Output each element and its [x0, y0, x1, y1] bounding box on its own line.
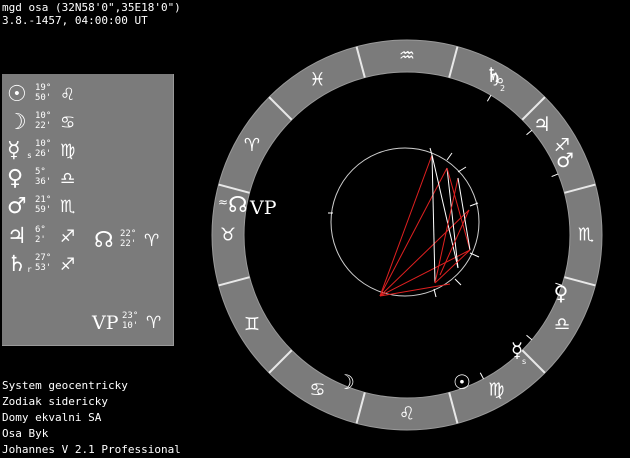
moon-degree: 10°	[35, 111, 52, 121]
node-degree: 22°	[120, 229, 137, 239]
jupiter-degree: 6°	[35, 225, 46, 235]
zodiac-sign-icon: ♓	[309, 69, 325, 90]
aspect-line	[446, 167, 459, 269]
vertex-row: VP 23° 10' ♈	[92, 310, 172, 336]
footer-houses: Domy ekvalni SA	[2, 411, 102, 424]
venus-degree: 5°	[35, 167, 46, 177]
zodiac-sign-icon: ♎	[554, 314, 570, 335]
ring-planet-tick	[526, 334, 533, 341]
jupiter-sign-icon: ♐	[60, 227, 76, 247]
saturn-sign-icon: ♐	[60, 255, 76, 275]
zodiac-sign-icon: ♌	[399, 404, 415, 425]
aspect-line	[431, 154, 436, 284]
vertex-label: VP	[92, 312, 119, 334]
chart-sun-glyph: ☉	[453, 370, 471, 394]
aspect-line	[379, 167, 448, 297]
aries-icon: ♈	[146, 313, 162, 333]
chart-mars-glyph: ♂	[556, 148, 574, 172]
node-row: ☊ 22° 22' ♈	[92, 228, 172, 254]
planet-row-mercury: ☿ s 10° 26' ♍	[2, 138, 92, 164]
moon-sign-icon: ♋	[60, 113, 76, 133]
saturn-degree: 27°	[35, 253, 52, 263]
vertex-degree: 23°	[122, 311, 139, 321]
aries-icon: ♈	[144, 231, 160, 251]
planet-row-jupiter: ♃ 6° 2' ♐	[2, 224, 92, 250]
planet-row-saturn: ♄ r 27° 53' ♐	[2, 252, 92, 278]
planet-tick	[457, 166, 467, 173]
footer-version: Johannes V 2.1 Professional	[2, 443, 181, 456]
chart-jupiter-glyph: ♃	[533, 112, 551, 136]
chart-node-glyph: ☊	[228, 193, 248, 218]
planet-ticks	[429, 147, 480, 298]
zodiac-sign-icon: ♒	[399, 46, 415, 67]
saturn-minute: 53'	[35, 263, 52, 273]
chart-vertex-label: VP	[249, 197, 277, 219]
footer-axis: Osa Byk	[2, 427, 49, 440]
jupiter-minute: 2'	[35, 235, 46, 245]
saturn-motion-flag: r	[27, 265, 32, 274]
mercury-degree: 10°	[35, 139, 52, 149]
sun-minute: 50'	[35, 93, 52, 103]
planet-tick	[454, 278, 462, 286]
aspect-line	[434, 177, 459, 284]
chart-node-prefix: ≈	[218, 195, 228, 209]
mercury-icon: ☿	[7, 138, 21, 163]
aspect-line	[379, 209, 470, 297]
zodiac-sign-icon: ♊	[244, 314, 260, 335]
planet-tick	[446, 152, 453, 161]
mars-icon: ♂	[7, 194, 27, 219]
venus-icon: ♀	[7, 166, 24, 191]
planet-tick	[429, 147, 433, 156]
node-icon: ☊	[94, 228, 114, 253]
venus-minute: 36'	[35, 177, 52, 187]
planet-row-mars: ♂ 21° 59' ♏	[2, 194, 92, 220]
planet-tick	[433, 288, 437, 298]
chart-saturn-sub: 2	[500, 84, 505, 93]
venus-sign-icon: ♎	[60, 169, 76, 189]
mercury-motion-flag: s	[27, 151, 32, 160]
mars-sign-icon: ♏	[60, 197, 76, 217]
footer-system: System geocentricky	[2, 379, 128, 392]
planet-row-sun: ☉ 19° 50' ♌	[2, 82, 92, 108]
planet-row-moon: ☽ 10° 22' ♋	[2, 110, 92, 136]
mercury-minute: 26'	[35, 149, 52, 159]
node-minute: 22'	[120, 239, 137, 249]
planet-positions-panel: ☉ 19° 50' ♌ ☽ 10° 22' ♋ ☿ s 10° 26' ♍ ♀ 5° 36' ♎ ♂ 21° 59' ♏…	[2, 74, 174, 346]
ring-planet-tick	[551, 173, 559, 178]
mars-degree: 21°	[35, 195, 52, 205]
aspect-line	[379, 154, 433, 297]
sun-sign-icon: ♌	[60, 85, 76, 105]
zodiac-sign-icon: ♋	[309, 380, 325, 401]
chart-moon-glyph: ☽	[337, 370, 355, 394]
chart-mercury-sub: s	[522, 357, 526, 366]
ring-planet-tick	[486, 95, 492, 102]
vertex-minute: 10'	[122, 321, 139, 331]
mercury-sign-icon: ♍	[60, 141, 76, 161]
zodiac-sign-icon: ♏	[578, 225, 594, 246]
saturn-icon: ♄	[7, 252, 27, 277]
ring-planet-tick	[479, 372, 484, 380]
mars-minute: 59'	[35, 205, 52, 215]
planet-row-venus: ♀ 5° 36' ♎	[2, 166, 92, 192]
sun-icon: ☉	[7, 82, 27, 107]
zodiac-sign-icon: ♈	[244, 135, 260, 156]
footer-zodiac: Zodiak sidericky	[2, 395, 108, 408]
ring-planet-tick	[526, 129, 533, 136]
chart-venus-glyph: ♀	[554, 281, 569, 305]
zodiac-sign-icon: ♍	[488, 380, 504, 401]
jupiter-icon: ♃	[7, 224, 27, 249]
moon-minute: 22'	[35, 121, 52, 131]
zodiac-sign-icon: ♉	[220, 225, 236, 246]
moon-icon: ☽	[7, 110, 27, 135]
aspect-line	[434, 249, 471, 284]
sun-degree: 19°	[35, 83, 52, 93]
